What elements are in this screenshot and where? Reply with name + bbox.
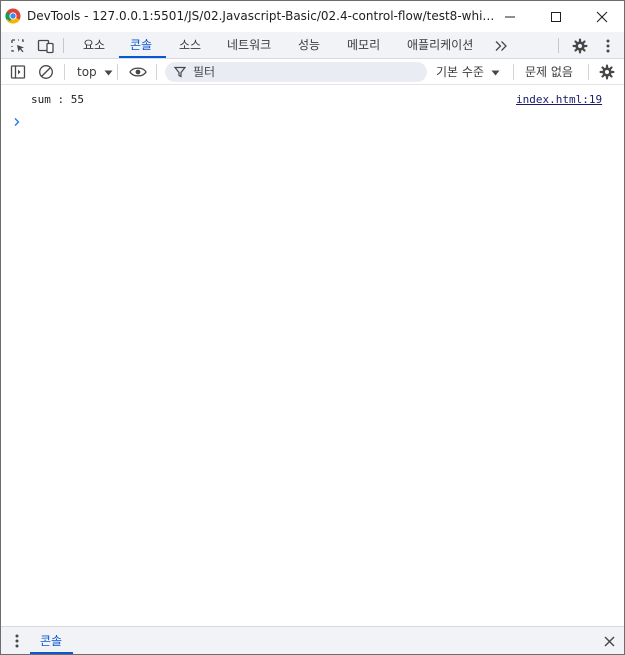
toolbar-divider — [64, 64, 65, 80]
filter-input[interactable]: 필터 — [165, 62, 427, 82]
toolbar-divider — [513, 64, 514, 80]
eye-icon — [129, 67, 147, 77]
dropdown-arrow-icon — [104, 70, 112, 76]
toolbar-divider — [117, 64, 118, 80]
close-drawer-button[interactable] — [599, 627, 619, 655]
live-expression-button[interactable] — [126, 59, 150, 85]
more-tabs-button[interactable] — [488, 32, 514, 59]
customize-menu-button[interactable] — [595, 32, 621, 59]
log-level-label: 기본 수준 — [436, 65, 484, 79]
panel-tab-bar: 요소 콘솔 소스 네트워크 성능 메모리 애플리케이션 — [1, 32, 624, 59]
context-selector[interactable]: top — [77, 59, 113, 85]
chrome-icon — [5, 8, 21, 24]
drawer-tab-bar: 콘솔 — [1, 626, 624, 654]
console-message: sum : 55 index.html:19 — [1, 90, 624, 110]
clear-console-button[interactable] — [34, 59, 58, 85]
drawer-active-tab-indicator — [30, 652, 73, 654]
toolbar-divider — [588, 64, 589, 80]
dropdown-arrow-icon — [491, 70, 500, 76]
inspect-element-icon — [11, 38, 24, 52]
tab-bar-divider — [63, 38, 64, 53]
close-icon — [596, 11, 608, 22]
active-tab-indicator — [119, 56, 166, 58]
tab-bar-divider-right — [558, 38, 559, 53]
device-toolbar-button[interactable] — [33, 32, 59, 59]
device-toggle-icon — [37, 39, 54, 53]
vertical-dots-icon — [606, 39, 610, 52]
toolbar-divider — [156, 64, 157, 80]
drawer-menu-button[interactable] — [7, 627, 27, 655]
devtools-window: DevTools - 127.0.0.1:5501/JS/02.Javascri… — [0, 0, 625, 655]
tab-network[interactable]: 네트워크 — [227, 32, 271, 58]
clear-console-icon — [39, 65, 53, 79]
tab-performance[interactable]: 성능 — [298, 32, 320, 58]
console-message-text: sum : 55 — [31, 93, 84, 106]
inspect-element-button[interactable] — [5, 32, 31, 59]
drawer-tab-console[interactable]: 콘솔 — [40, 627, 62, 655]
log-level-dropdown[interactable]: 기본 수준 — [436, 59, 500, 85]
console-toolbar: top 필터 기본 수준 문제 없음 — [1, 59, 624, 85]
close-icon — [604, 636, 614, 646]
tab-elements[interactable]: 요소 — [83, 32, 105, 58]
gear-icon — [572, 38, 588, 53]
console-settings-button[interactable] — [595, 59, 619, 85]
console-output[interactable]: sum : 55 index.html:19 — [1, 86, 624, 626]
window-title: DevTools - 127.0.0.1:5501/JS/02.Javascri… — [27, 9, 497, 23]
settings-button[interactable] — [567, 32, 593, 59]
context-selector-label: top — [77, 65, 97, 79]
tab-application[interactable]: 애플리케이션 — [407, 32, 473, 58]
gear-icon — [599, 64, 615, 80]
issues-counter[interactable]: 문제 없음 — [525, 59, 573, 85]
maximize-icon — [551, 11, 561, 22]
minimize-button[interactable] — [487, 1, 533, 32]
double-chevron-right-icon — [495, 40, 507, 51]
filter-icon — [174, 66, 186, 78]
title-bar: DevTools - 127.0.0.1:5501/JS/02.Javascri… — [1, 1, 624, 32]
minimize-icon — [505, 16, 515, 17]
maximize-button[interactable] — [533, 1, 579, 32]
console-prompt-icon[interactable] — [12, 114, 22, 130]
sidebar-toggle-icon — [10, 65, 26, 79]
show-sidebar-button[interactable] — [6, 59, 30, 85]
tab-memory[interactable]: 메모리 — [347, 32, 380, 58]
tab-console[interactable]: 콘솔 — [130, 32, 152, 58]
close-window-button[interactable] — [579, 1, 625, 32]
source-link[interactable]: index.html:19 — [516, 90, 602, 110]
filter-placeholder: 필터 — [193, 65, 216, 79]
tab-sources[interactable]: 소스 — [179, 32, 201, 58]
vertical-dots-icon — [15, 634, 19, 648]
